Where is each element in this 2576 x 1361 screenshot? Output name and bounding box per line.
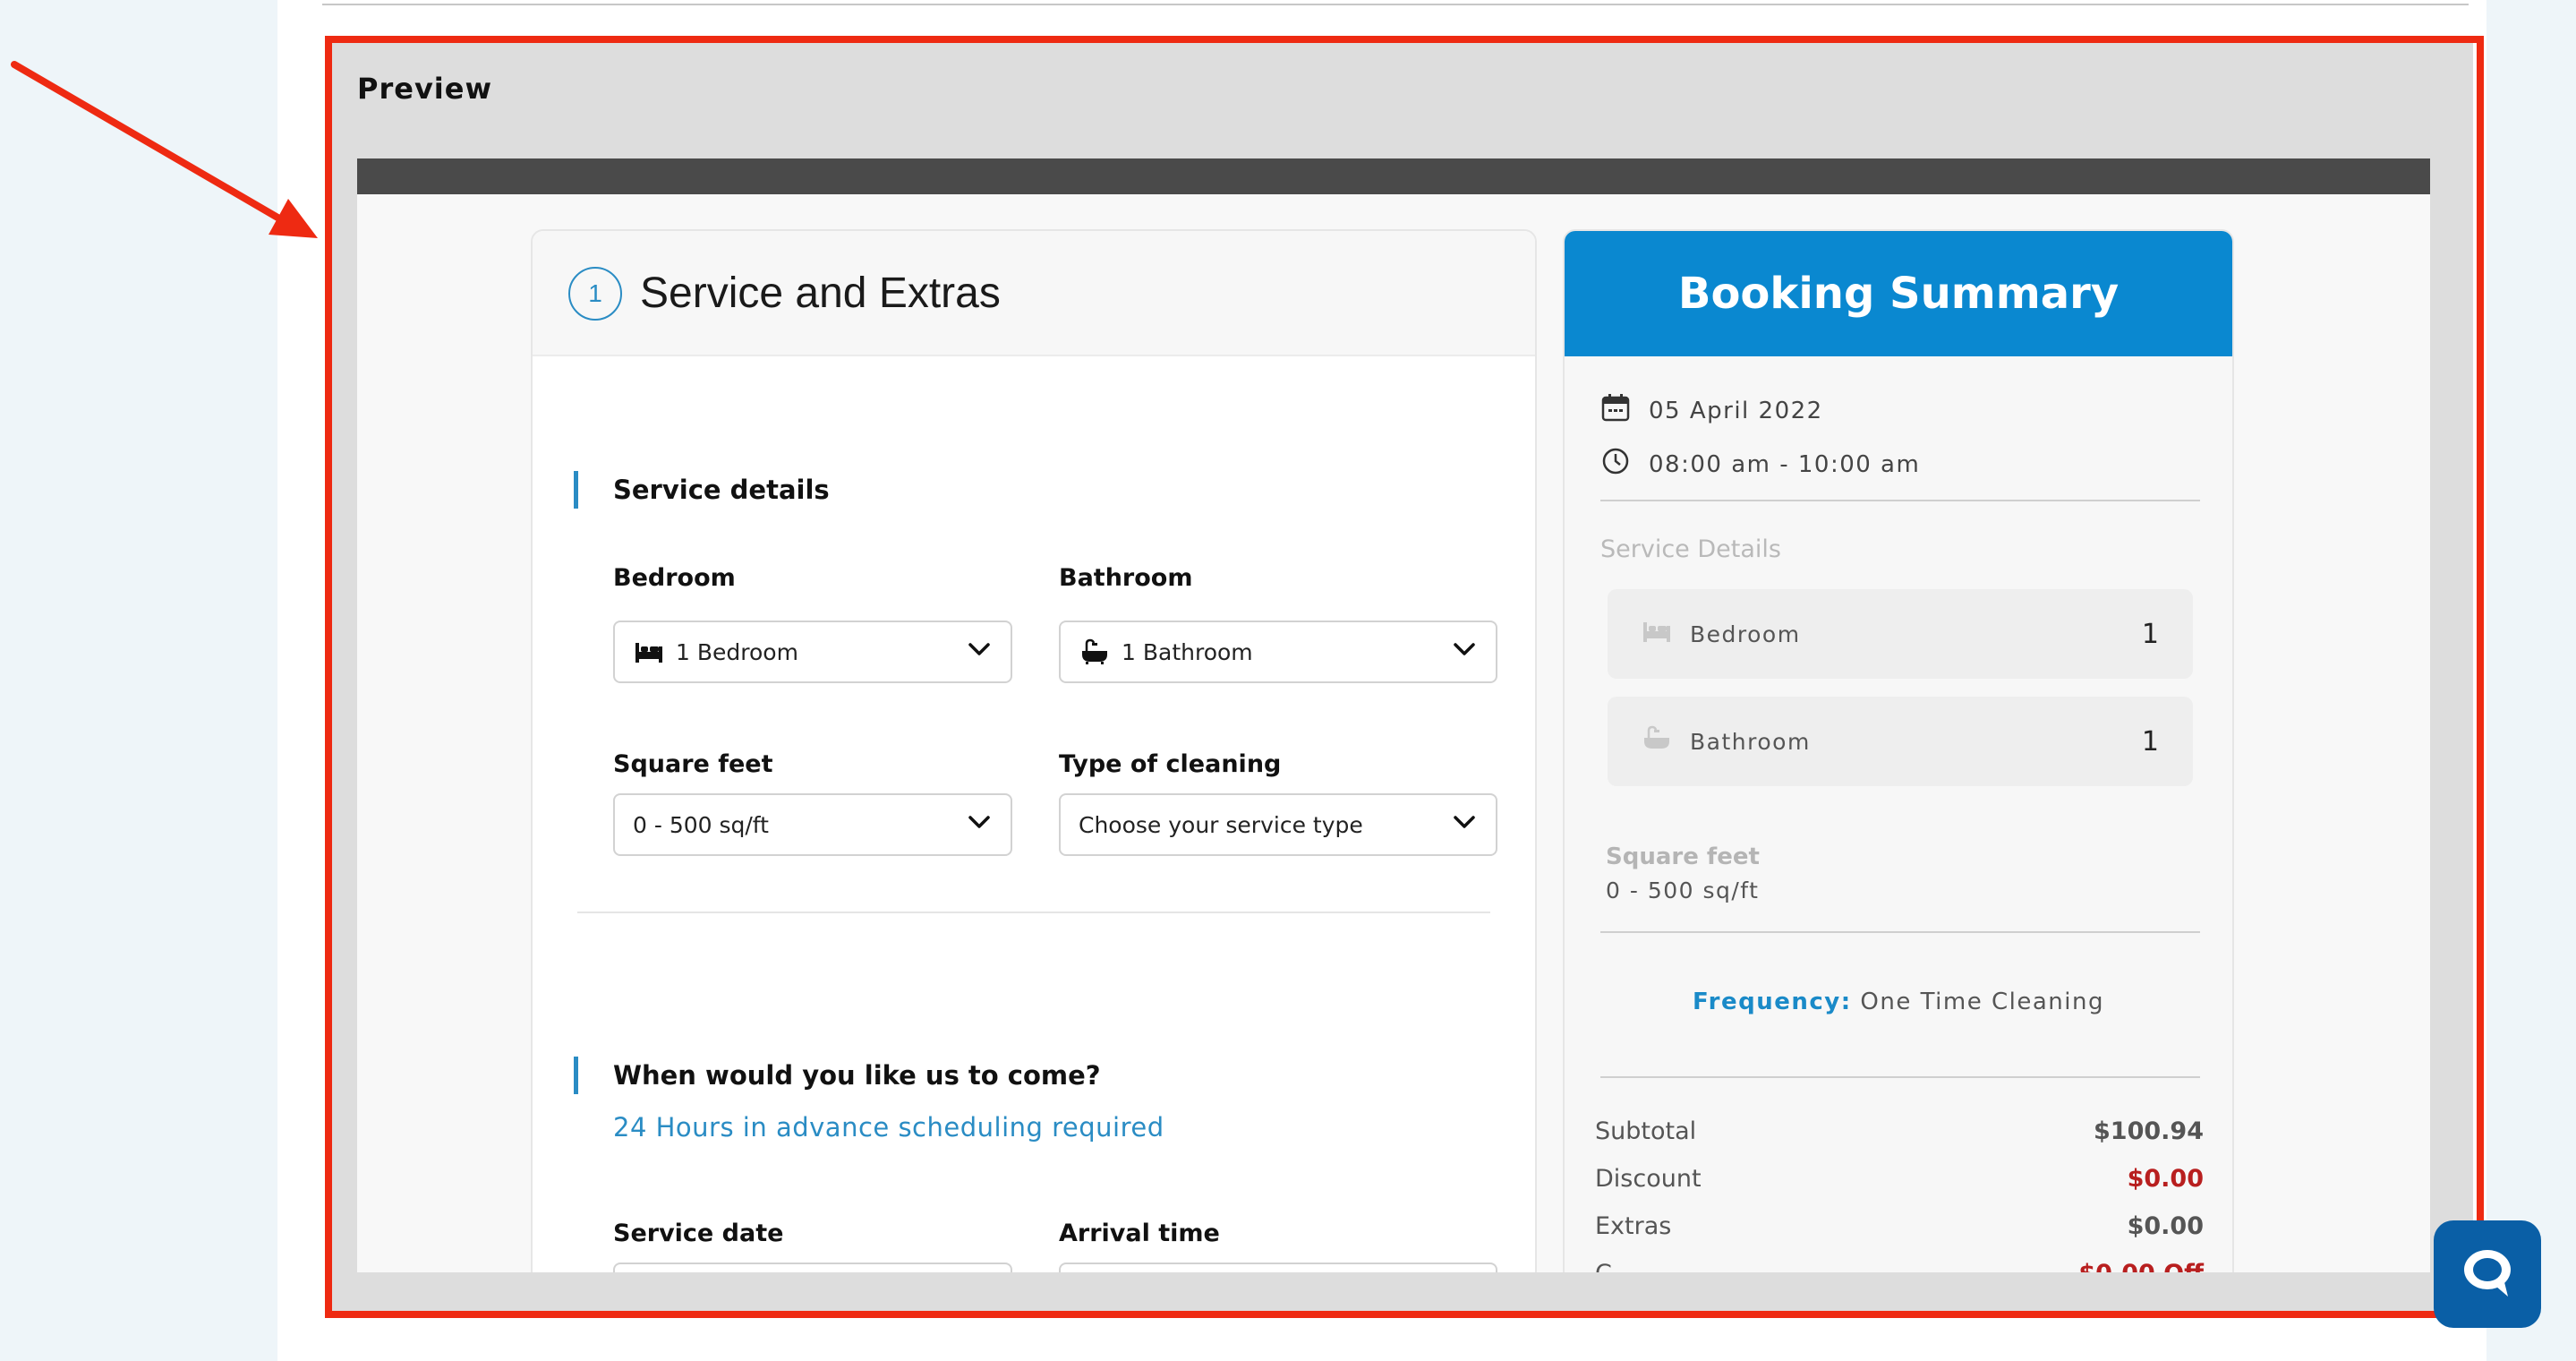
chat-bubble-icon xyxy=(2456,1241,2519,1307)
annotation-arrow-icon xyxy=(11,61,318,238)
top-divider xyxy=(322,4,2469,5)
chat-widget-button[interactable] xyxy=(2434,1220,2541,1328)
annotation-highlight-rectangle xyxy=(325,36,2484,1318)
